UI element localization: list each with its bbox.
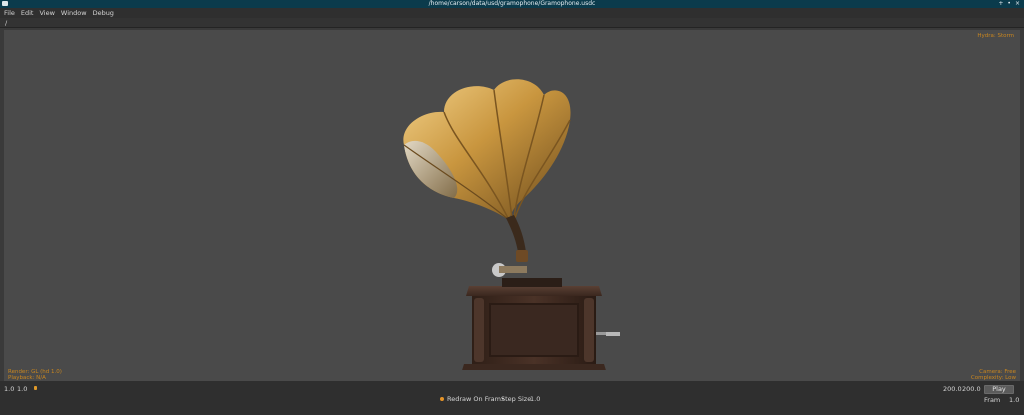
menu-file[interactable]: File	[4, 8, 15, 18]
window-title: /home/carson/data/usd/gramophone/Gramoph…	[428, 0, 596, 7]
hud-camera-info: Camera: Free Complexity: Low	[970, 369, 1016, 381]
end-current-field[interactable]: 200.0	[943, 385, 962, 393]
end-frame-field[interactable]: 200.0	[962, 385, 981, 393]
menu-debug[interactable]: Debug	[93, 8, 114, 18]
frame-label: Fram	[984, 396, 1001, 404]
gramophone-model	[403, 79, 620, 370]
minimize-icon[interactable]: •	[1007, 0, 1011, 8]
maximize-icon[interactable]: +	[998, 0, 1003, 8]
frame-field[interactable]: 1.0	[1009, 396, 1019, 404]
hud-renderer: Hydra: Storm	[977, 33, 1014, 39]
step-size-label: Step Size	[501, 395, 532, 403]
redraw-radio-icon	[440, 397, 444, 401]
prim-path-bar[interactable]: /	[0, 18, 1024, 28]
hud-render-stats: Render: GL (hd 1.0) Playback: N/A	[8, 369, 62, 381]
menu-view[interactable]: View	[39, 8, 54, 18]
menu-bar: File Edit View Window Debug	[0, 8, 1024, 18]
redraw-on-frame-toggle[interactable]: Redraw On Fram•	[440, 395, 505, 403]
menu-window[interactable]: Window	[61, 8, 87, 18]
menu-edit[interactable]: Edit	[21, 8, 34, 18]
prim-path: /	[5, 19, 8, 27]
step-size-field[interactable]: 1.0	[530, 395, 540, 403]
window-titlebar: /home/carson/data/usd/gramophone/Gramoph…	[0, 0, 1024, 8]
current-start-field[interactable]: 1.0	[17, 385, 27, 393]
timeline-slider-handle[interactable]	[34, 386, 37, 390]
timeline-bar: 1.0 1.0 200.0 200.0 Play Redraw On Fram•…	[0, 381, 1024, 415]
play-button[interactable]: Play	[984, 385, 1014, 394]
window-controls: + • ×	[998, 0, 1020, 8]
start-frame-field[interactable]: 1.0	[4, 385, 14, 393]
3d-viewport[interactable]: Hydra: Storm Render: GL (hd 1.0) Playbac…	[4, 30, 1020, 381]
close-icon[interactable]: ×	[1015, 0, 1020, 8]
